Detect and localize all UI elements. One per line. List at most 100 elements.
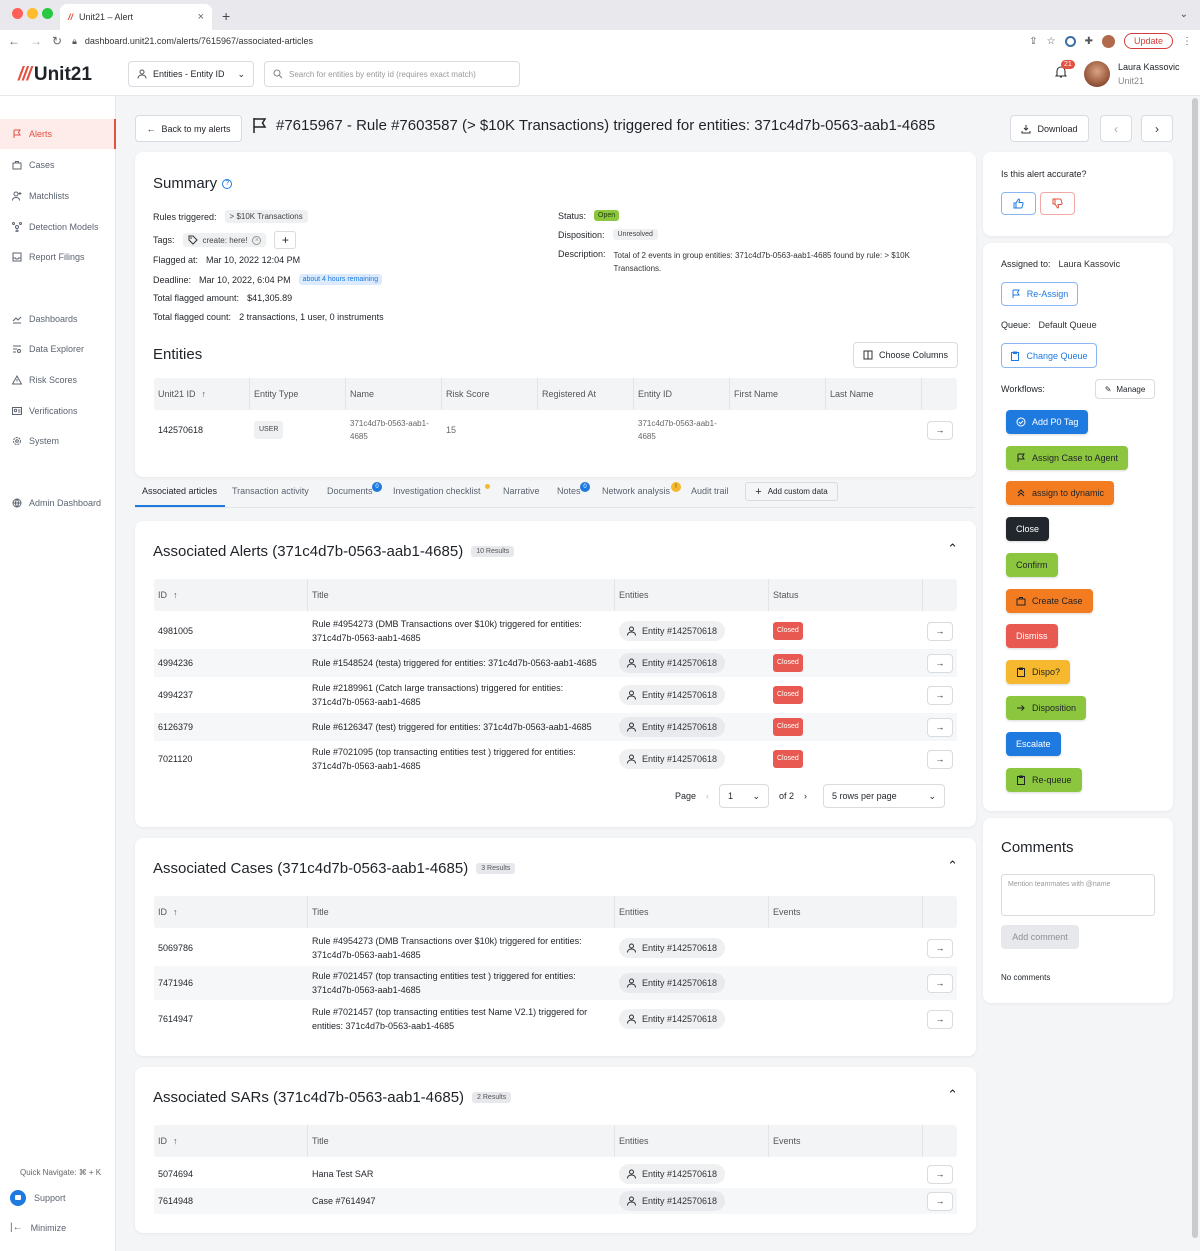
remove-tag-icon[interactable]: × [252, 235, 262, 245]
open-sar-button[interactable]: → [927, 1191, 953, 1211]
minimize-window-icon[interactable] [27, 8, 38, 19]
rules-triggered-pill[interactable]: > $10K Transactions [224, 210, 308, 223]
user-avatar[interactable] [1084, 61, 1110, 87]
workflow-assign-case-button[interactable]: Assign Case to Agent [1006, 446, 1129, 470]
comment-input[interactable]: Mention teammates with @name [1001, 874, 1155, 916]
tab-narrative[interactable]: Narrative [503, 486, 540, 496]
sidebar-item-data-explorer[interactable]: Data Explorer [0, 334, 116, 364]
add-tag-button[interactable]: + [274, 231, 297, 249]
open-case-button[interactable]: → [927, 938, 953, 958]
tab-audit-trail[interactable]: Audit trail [691, 486, 729, 496]
thumbs-up-button[interactable] [1001, 192, 1036, 215]
entity-pill[interactable]: Entity #142570618 [619, 1164, 726, 1184]
star-icon[interactable]: ☆ [1047, 36, 1056, 47]
page-scrollbar[interactable] [1192, 96, 1198, 1246]
share-icon[interactable]: ⇪ [1029, 36, 1037, 47]
table-row[interactable]: 5074694 Hana Test SAR Entity #142570618 … [154, 1161, 957, 1187]
open-case-button[interactable]: → [927, 973, 953, 993]
open-alert-button[interactable]: → [927, 685, 953, 705]
table-row[interactable]: 142570618 USER 371c4d7b-0563-aab1-4685 1… [154, 412, 957, 448]
url-field[interactable]: dashboard.unit21.com/alerts/7615967/asso… [85, 36, 313, 46]
tab-transaction-activity[interactable]: Transaction activity [232, 486, 309, 496]
table-row[interactable]: 6126379 Rule #6126347 (test) triggered f… [154, 713, 957, 741]
entity-pill[interactable]: Entity #142570618 [619, 1191, 726, 1211]
entity-pill[interactable]: Entity #142570618 [619, 938, 726, 958]
tab-investigation-checklist[interactable]: Investigation checklist [393, 486, 481, 496]
puzzle-icon[interactable]: ✚ [1085, 36, 1093, 47]
workflow-add-p0-tag-button[interactable]: Add P0 Tag [1006, 410, 1089, 434]
sidebar-item-cases[interactable]: Cases [0, 150, 116, 180]
workflow-close-button[interactable]: Close [1006, 517, 1050, 541]
minimize-sidebar-button[interactable]: |← Minimize [10, 1222, 66, 1233]
sidebar-item-report-filings[interactable]: Report Filings [0, 242, 116, 272]
column-header[interactable]: ID ↑ [154, 1125, 308, 1157]
tab-notes[interactable]: Notes [557, 486, 581, 496]
chevron-up-icon[interactable]: ⌃ [947, 1087, 958, 1103]
tab-network-analysis[interactable]: Network analysis [602, 486, 670, 496]
next-alert-button[interactable]: › [1141, 115, 1173, 142]
entity-pill[interactable]: Entity #142570618 [619, 653, 726, 673]
maximize-window-icon[interactable] [42, 8, 53, 19]
update-button[interactable]: Update [1123, 33, 1173, 49]
reload-icon[interactable]: ↻ [52, 34, 62, 48]
scrollbar-thumb[interactable] [1192, 98, 1198, 1238]
sidebar-item-admin-dashboard[interactable]: Admin Dashboard [0, 488, 116, 518]
entity-pill[interactable]: Entity #142570618 [619, 749, 726, 769]
extension-icon[interactable] [1064, 35, 1076, 47]
add-comment-button[interactable]: Add comment [1001, 925, 1079, 949]
help-icon[interactable]: ? [222, 178, 233, 189]
close-tab-icon[interactable]: × [198, 11, 204, 23]
entity-pill[interactable]: Entity #142570618 [619, 717, 726, 737]
sidebar-item-dashboards[interactable]: Dashboards [0, 304, 116, 334]
change-queue-button[interactable]: Change Queue [1001, 343, 1097, 368]
table-row[interactable]: 4994237 Rule #2189961 (Catch large trans… [154, 679, 957, 711]
table-row[interactable]: 7614948 Case #7614947 Entity #142570618 … [154, 1188, 957, 1214]
workflow-requeue-button[interactable]: Re-queue [1006, 768, 1082, 792]
entity-pill[interactable]: Entity #142570618 [619, 973, 726, 993]
table-row[interactable]: 7614947 Rule #7021457 (top transacting e… [154, 1002, 957, 1036]
forward-arrow-icon[interactable]: → [30, 34, 42, 48]
back-arrow-icon[interactable]: ← [8, 34, 20, 48]
workflow-assign-dynamic-button[interactable]: assign to dynamic [1006, 481, 1115, 505]
sidebar-item-alerts[interactable]: Alerts [0, 119, 116, 149]
workflow-dismiss-button[interactable]: Dismiss [1006, 624, 1058, 648]
back-to-alerts-button[interactable]: ← Back to my alerts [135, 115, 242, 142]
chevron-right-icon[interactable]: › [804, 791, 807, 801]
profile-avatar[interactable] [1101, 34, 1115, 48]
notifications-bell-icon[interactable]: 21 [1055, 60, 1075, 78]
menu-dots-icon[interactable]: ⋮ [1182, 36, 1192, 47]
open-alert-button[interactable]: → [927, 717, 953, 737]
close-window-icon[interactable] [12, 8, 23, 19]
workflow-disposition-button[interactable]: Disposition [1006, 696, 1087, 720]
download-button[interactable]: Download [1010, 115, 1089, 142]
chevron-down-icon[interactable]: ⌄ [1180, 9, 1188, 20]
open-alert-button[interactable]: → [927, 653, 953, 673]
tab-associated-articles[interactable]: Associated articles [142, 486, 217, 496]
workflow-escalate-button[interactable]: Escalate [1006, 732, 1061, 756]
table-row[interactable]: 7021120 Rule #7021095 (top transacting e… [154, 743, 957, 775]
open-entity-button[interactable]: → [927, 420, 953, 440]
column-header[interactable]: ID ↑ [154, 896, 308, 928]
thumbs-down-button[interactable] [1040, 192, 1075, 215]
sidebar-item-verifications[interactable]: Verifications [0, 396, 116, 426]
chevron-left-icon[interactable]: ‹ [706, 791, 709, 801]
previous-alert-button[interactable]: ‹ [1100, 115, 1132, 142]
tag-pill[interactable]: create: here! × [182, 233, 267, 247]
entity-type-select[interactable]: Entities - Entity ID ⌄ [128, 61, 254, 87]
unit21-logo[interactable]: /// Unit21 [18, 64, 92, 86]
search-input[interactable]: Search for entities by entity id (requir… [264, 61, 520, 87]
table-row[interactable]: 5069786 Rule #4954273 (DMB Transactions … [154, 932, 957, 964]
workflow-confirm-button[interactable]: Confirm [1006, 553, 1058, 577]
choose-columns-button[interactable]: Choose Columns [853, 342, 958, 368]
workflow-dispo-button[interactable]: Dispo? [1006, 660, 1071, 684]
manage-workflows-button[interactable]: ✎ Manage [1095, 379, 1155, 399]
open-case-button[interactable]: → [927, 1009, 953, 1029]
rows-per-page-select[interactable]: 5 rows per page ⌄ [823, 784, 946, 808]
column-header[interactable]: Unit21 ID ↑ [154, 378, 250, 410]
sidebar-item-matchlists[interactable]: Matchlists [0, 181, 116, 211]
workflow-create-case-button[interactable]: Create Case [1006, 589, 1093, 613]
browser-tab[interactable]: // Unit21 – Alert × [60, 4, 212, 30]
sidebar-item-detection-models[interactable]: Detection Models [0, 212, 116, 242]
entity-pill[interactable]: Entity #142570618 [619, 685, 726, 705]
column-header[interactable]: ID ↑ [154, 579, 308, 611]
